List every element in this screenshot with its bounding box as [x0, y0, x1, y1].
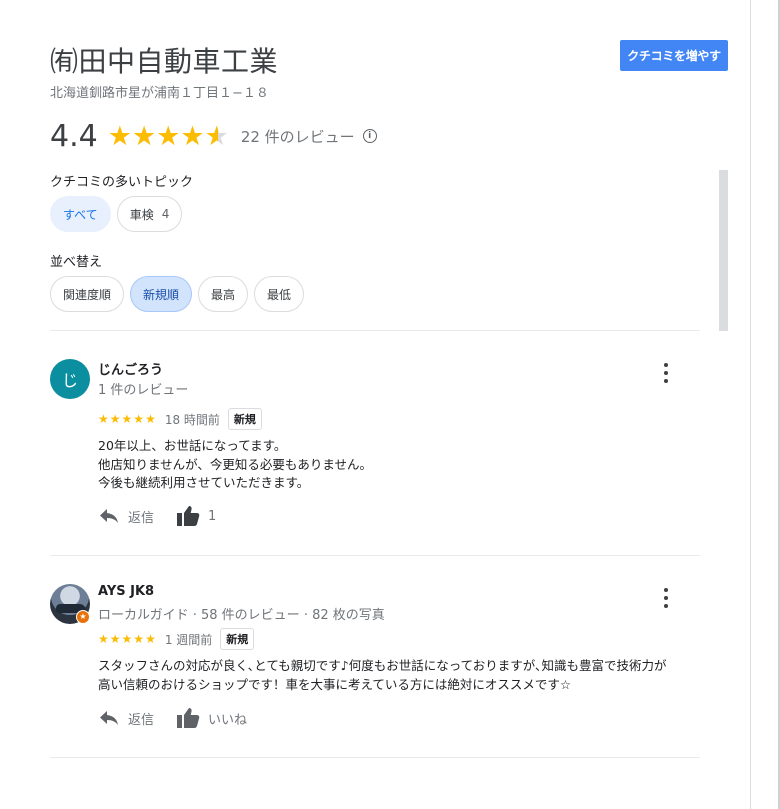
star-icon: ★ [109, 632, 121, 646]
review-text: 20年以上、お世話になってます。 他店知りませんが、今更知る必要もありません。 … [98, 437, 372, 493]
star-icon: ★ [121, 632, 133, 646]
review-time: 18 時間前 [164, 412, 220, 427]
topics-label: クチコミの多いトピック [50, 175, 194, 190]
more-vert-icon[interactable] [660, 588, 672, 608]
more-vert-icon[interactable] [660, 363, 672, 383]
review-actions: 返信 いいね [98, 706, 269, 730]
review-rating-line: ★ ★ ★ ★ ★ 18 時間前 新規 [98, 408, 262, 430]
review-text-line: 高い信頼のおけるショップです！車を大事に考えている方には絶対にオススメです☆ [98, 676, 572, 692]
dot [664, 363, 668, 367]
business-address: 北海道釧路市星が浦南１丁目１−１８ [50, 86, 269, 101]
review-stars: ★ ★ ★ ★ ★ [98, 633, 157, 645]
star-icon: ★ [98, 412, 109, 426]
star-icon: ★ [107, 120, 132, 152]
topic-chip-inspection[interactable]: 車検 4 [116, 196, 183, 232]
new-badge: 新規 [227, 408, 262, 430]
divider [50, 330, 700, 331]
star-icon: ★ [131, 120, 157, 152]
reviews-panel: ㈲田中自動車工業 北海道釧路市星が浦南１丁目１−１８ クチコミを増やす 4.4 … [0, 0, 780, 809]
review-text: スタッフさんの対応が良く､とても親切です♪何度もお世話になっておりますが､知識も… [98, 657, 666, 694]
star-icon: ★ [133, 632, 145, 646]
reply-arrow-icon [98, 507, 120, 525]
sort-chip-highest[interactable]: 最高 [198, 276, 249, 312]
sort-chip-newest[interactable]: 新規順 [130, 276, 193, 312]
review-item: じ じんごろう 1 件のレビュー ★ ★ ★ ★ ★ 18 時間前 新規 20年… [50, 359, 700, 539]
review-actions: 返信 1 [98, 504, 238, 528]
sort-chip-relevance[interactable]: 関連度順 [50, 276, 125, 312]
business-name: ㈲田中自動車工業 [50, 45, 279, 78]
review-item: ★ AYS JK8 ローカルガイド · 58 件のレビュー · 82 枚の写真 … [50, 584, 700, 744]
like-button[interactable]: 1 [176, 505, 216, 527]
review-rating-line: ★ ★ ★ ★ ★ 1 週間前 新規 [98, 628, 255, 650]
local-guide-badge-icon: ★ [76, 610, 90, 624]
sort-label: 並べ替え [50, 255, 103, 270]
review-text-line: 今後も継続利用させていただきます。 [98, 475, 310, 490]
star-icon: ★ [98, 632, 109, 646]
reviewer-meta: 1 件のレビュー [98, 383, 189, 398]
reviewer-name[interactable]: じんごろう [98, 359, 163, 378]
chip-label: 新規順 [143, 287, 180, 302]
half-star-icon: ★ [204, 120, 229, 152]
star-icon: ★ [121, 412, 133, 426]
divider [50, 757, 700, 758]
review-count: 22 件のレビュー [240, 127, 355, 146]
chip-count: 4 [161, 207, 170, 221]
review-stars: ★ ★ ★ ★ ★ [98, 413, 157, 425]
topic-chip-all[interactable]: すべて [50, 196, 111, 232]
review-time: 1 週間前 [164, 632, 213, 647]
chip-label: 関連度順 [63, 287, 112, 302]
thumbs-up-icon [176, 505, 200, 527]
chip-label: 最高 [211, 287, 236, 302]
avatar[interactable]: じ [50, 359, 90, 399]
like-count: 1 [208, 508, 217, 524]
rating-summary: 4.4 ★ ★ ★ ★ ★ 22 件のレビュー i [50, 116, 377, 156]
chip-label: すべて [63, 207, 98, 222]
reply-label: 返信 [128, 712, 155, 728]
dot [664, 588, 668, 592]
avatar[interactable]: ★ [50, 584, 90, 624]
divider [50, 555, 700, 556]
avatar-letter: じ [61, 371, 78, 390]
scrollbar-thumb[interactable] [719, 170, 728, 331]
info-icon[interactable]: i [362, 129, 377, 143]
dot [664, 596, 668, 600]
chip-label: 最低 [267, 287, 292, 302]
star-icon: ★ [133, 412, 145, 426]
star-icon: ★ [145, 632, 156, 646]
reply-label: 返信 [128, 510, 155, 526]
review-text-line: 他店知りませんが、今更知る必要もありません。 [98, 456, 373, 472]
star-icon: ★ [145, 412, 156, 426]
dot [664, 379, 668, 383]
panel-border [750, 0, 751, 809]
dot [664, 604, 668, 608]
review-text-line: 20年以上、お世話になってます。 [98, 438, 287, 453]
reply-button[interactable]: 返信 [98, 507, 154, 526]
sort-chips: 関連度順 新規順 最高 最低 [50, 276, 305, 312]
review-text-line: スタッフさんの対応が良く､とても親切です♪何度もお世話になっておりますが､知識も… [98, 658, 667, 673]
reply-arrow-icon [98, 709, 120, 727]
star-icon: ★ [156, 120, 181, 152]
reply-button[interactable]: 返信 [98, 709, 154, 728]
like-button[interactable]: いいね [176, 707, 247, 729]
chip-label: 車検 [129, 207, 154, 222]
new-badge: 新規 [220, 628, 255, 650]
rating-value: 4.4 [50, 118, 98, 154]
sort-chip-lowest[interactable]: 最低 [254, 276, 305, 312]
reviewer-meta: ローカルガイド · 58 件のレビュー · 82 枚の写真 [98, 608, 385, 623]
topic-chips: すべて 車検 4 [50, 196, 183, 232]
dot [664, 371, 668, 375]
star-icon: ★ [180, 120, 205, 152]
reviewer-name[interactable]: AYS JK8 [98, 584, 154, 599]
star-icon: ★ [109, 412, 121, 426]
rating-stars: ★ ★ ★ ★ ★ [108, 123, 229, 150]
write-review-button[interactable]: クチコミを増やす [620, 40, 728, 71]
thumbs-up-icon [176, 707, 200, 729]
like-label: いいね [208, 712, 248, 728]
